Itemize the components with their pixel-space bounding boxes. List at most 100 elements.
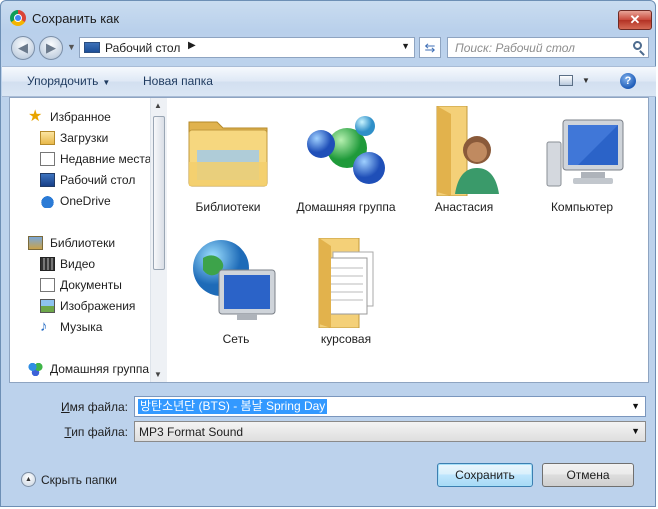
- filename-text[interactable]: 방탄소년단 (BTS) - 봄날 Spring Day: [138, 399, 328, 414]
- refresh-button[interactable]: ⇆: [419, 37, 441, 58]
- nav-item-downloads[interactable]: Загрузки: [10, 128, 150, 148]
- nav-label: Изображения: [60, 299, 136, 313]
- user-folder-icon: [419, 105, 509, 197]
- forward-arrow-icon: ▶: [46, 40, 56, 55]
- address-dropdown-icon[interactable]: ▼: [401, 41, 410, 51]
- file-item-homegroup[interactable]: Домашняя группа: [296, 106, 396, 214]
- save-as-dialog: Сохранить как ✕ ◀ ▶ ▼ Рабочий стол ▶ ▼ ⇆…: [0, 0, 656, 507]
- navigation-bar: ◀ ▶ ▼ Рабочий стол ▶ ▼ ⇆ Поиск: Рабочий …: [9, 35, 649, 61]
- search-box[interactable]: Поиск: Рабочий стол: [447, 37, 649, 58]
- file-label: Анастасия: [434, 200, 494, 214]
- nav-label: Видео: [60, 257, 96, 271]
- window-title: Сохранить как: [32, 11, 120, 26]
- libraries-folder-icon: [183, 106, 273, 196]
- nav-libraries-header[interactable]: Библиотеки: [10, 233, 150, 253]
- scroll-down-icon[interactable]: ▼: [154, 370, 162, 379]
- pictures-icon: [40, 299, 55, 313]
- desktop-icon: [84, 42, 100, 53]
- file-item-computer[interactable]: Компьютер: [532, 106, 632, 214]
- help-icon[interactable]: ?: [620, 73, 636, 89]
- nav-item-onedrive[interactable]: OneDrive: [10, 191, 150, 211]
- onedrive-cloud-icon: [40, 194, 55, 208]
- scroll-up-icon[interactable]: ▲: [154, 101, 162, 110]
- close-button[interactable]: ✕: [618, 10, 652, 30]
- back-button[interactable]: ◀: [11, 36, 35, 60]
- filename-label: Имя файла:: [61, 400, 128, 414]
- filetype-label: Тип файла:: [64, 425, 128, 439]
- refresh-icon: ⇆: [424, 40, 436, 55]
- view-dropdown-icon[interactable]: ▼: [582, 76, 590, 85]
- nav-item-desktop[interactable]: Рабочий стол: [10, 170, 150, 190]
- chrome-icon: [10, 10, 26, 26]
- scroll-thumb[interactable]: [153, 116, 165, 270]
- nav-item-recent-places[interactable]: Недавние места: [10, 149, 150, 169]
- breadcrumb-arrow-icon[interactable]: ▶: [188, 40, 196, 51]
- nav-label: Недавние места: [60, 152, 150, 166]
- file-label: Компьютер: [550, 200, 614, 214]
- change-view-icon[interactable]: [559, 75, 573, 86]
- nav-label: OneDrive: [60, 194, 111, 208]
- nav-item-music[interactable]: ♪ Музыка: [10, 317, 150, 337]
- address-text[interactable]: Рабочий стол: [105, 41, 180, 55]
- chevron-down-icon: ▼: [102, 78, 111, 87]
- address-bar[interactable]: Рабочий стол ▶ ▼: [79, 37, 415, 58]
- recent-places-icon: [40, 152, 55, 166]
- title-bar[interactable]: Сохранить как ✕: [1, 1, 657, 33]
- nav-label: Документы: [60, 278, 122, 292]
- documents-icon: [40, 278, 55, 292]
- downloads-folder-icon: [40, 131, 55, 145]
- history-dropdown-icon[interactable]: ▼: [67, 42, 76, 52]
- save-form: Имя файла: 방탄소년단 (BTS) - 봄날 Spring Day ▼…: [1, 384, 657, 508]
- search-icon[interactable]: [633, 41, 642, 50]
- nav-label: Избранное: [50, 110, 111, 124]
- nav-homegroup[interactable]: Домашняя группа: [10, 359, 150, 379]
- file-label: Домашняя группа: [296, 200, 396, 214]
- nav-label: Домашняя группа: [50, 362, 150, 376]
- file-list: Библиотеки Домашняя группа Анастасия Ком…: [168, 98, 648, 382]
- file-label: курсовая: [320, 332, 372, 346]
- libraries-icon: [28, 236, 43, 250]
- cancel-button[interactable]: Отмена: [542, 463, 634, 487]
- file-item-libraries[interactable]: Библиотеки: [178, 106, 278, 214]
- music-note-icon: ♪: [40, 318, 48, 335]
- video-icon: [40, 257, 55, 271]
- chevron-up-icon: ▲: [21, 472, 36, 487]
- search-input[interactable]: Поиск: Рабочий стол: [455, 41, 575, 55]
- star-icon: ★: [28, 108, 43, 125]
- browser-pane: ★ Избранное Загрузки Недавние места Рабо…: [9, 97, 649, 383]
- command-toolbar: Упорядочить ▼ Новая папка ▼ ?: [2, 66, 656, 97]
- file-item-network[interactable]: Сеть: [186, 238, 286, 346]
- nav-item-video[interactable]: Видео: [10, 254, 150, 274]
- nav-favorites-header[interactable]: ★ Избранное: [10, 107, 150, 127]
- nav-item-pictures[interactable]: Изображения: [10, 296, 150, 316]
- computer-icon: [537, 106, 627, 196]
- nav-scrollbar[interactable]: ▲ ▼: [150, 98, 167, 382]
- navigation-pane: ★ Избранное Загрузки Недавние места Рабо…: [10, 98, 150, 382]
- filetype-value: MP3 Format Sound: [139, 425, 244, 439]
- network-icon: [191, 238, 281, 328]
- hide-folders-label: Скрыть папки: [41, 473, 117, 487]
- file-item-user-folder[interactable]: Анастасия: [414, 105, 514, 214]
- nav-label: Библиотеки: [50, 236, 116, 250]
- filename-field[interactable]: 방탄소년단 (BTS) - 봄날 Spring Day ▼: [134, 396, 646, 417]
- forward-button[interactable]: ▶: [39, 36, 63, 60]
- filename-dropdown-icon[interactable]: ▼: [631, 401, 640, 411]
- file-label: Сеть: [222, 332, 250, 346]
- nav-label: Загрузки: [60, 131, 109, 145]
- filetype-dropdown-icon[interactable]: ▼: [631, 426, 640, 436]
- nav-item-documents[interactable]: Документы: [10, 275, 150, 295]
- file-item-coursework-folder[interactable]: курсовая: [296, 237, 396, 346]
- organize-label: Упорядочить: [27, 74, 99, 88]
- filetype-select[interactable]: MP3 Format Sound ▼: [134, 421, 646, 442]
- desktop-icon: [40, 173, 55, 187]
- back-arrow-icon: ◀: [18, 40, 28, 55]
- file-label: Библиотеки: [195, 200, 261, 214]
- homegroup-icon: [28, 362, 43, 376]
- save-button[interactable]: Сохранить: [437, 463, 533, 487]
- nav-label: Музыка: [60, 320, 103, 334]
- organize-button[interactable]: Упорядочить ▼: [27, 74, 110, 88]
- new-folder-button[interactable]: Новая папка: [143, 74, 213, 88]
- nav-label: Рабочий стол: [60, 173, 136, 187]
- documents-folder-icon: [301, 237, 391, 329]
- homegroup-icon: [301, 106, 391, 196]
